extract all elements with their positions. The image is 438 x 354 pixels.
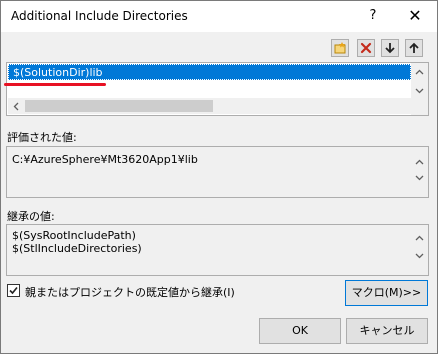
inherited-scrollbar[interactable]	[411, 225, 428, 275]
cancel-button[interactable]: キャンセル	[346, 318, 428, 344]
annotation-underline	[4, 83, 106, 86]
scroll-up-icon[interactable]	[411, 63, 428, 80]
move-up-button[interactable]	[405, 39, 423, 57]
evaluated-value-box: C:¥AzureSphere¥Mt3620App1¥lib	[6, 146, 429, 198]
inherited-value-box: $(SysRootIncludePath) $(StlIncludeDirect…	[6, 224, 429, 276]
scroll-down-icon[interactable]	[411, 82, 428, 99]
scroll-up-icon[interactable]	[411, 229, 428, 246]
scroll-down-icon[interactable]	[411, 247, 428, 264]
inherited-value-line: $(SysRootIncludePath)	[12, 229, 136, 242]
evaluated-value-text: C:¥AzureSphere¥Mt3620App1¥lib	[12, 153, 198, 166]
inherited-value-label: 継承の値:	[7, 210, 55, 223]
close-button[interactable]: ✕	[395, 3, 435, 29]
list-item-selected[interactable]: $(SolutionDir)lib	[8, 64, 411, 80]
inherit-checkbox-label[interactable]: 親またはプロジェクトの既定値から継承(I)	[25, 284, 235, 300]
delete-button[interactable]	[357, 39, 375, 57]
horizontal-scrollbar[interactable]	[8, 98, 412, 114]
macros-button[interactable]: マクロ(M)>>	[345, 280, 428, 306]
evaluated-scrollbar[interactable]	[411, 147, 428, 197]
vertical-scrollbar[interactable]	[411, 63, 428, 115]
inherited-value-line: $(StlIncludeDirectories)	[12, 242, 142, 255]
ok-button[interactable]: OK	[259, 318, 341, 344]
title-bar: Additional Include Directories ? ✕	[1, 1, 437, 32]
scroll-down-icon[interactable]	[411, 169, 428, 186]
checkmark-icon	[9, 286, 18, 295]
window-title: Additional Include Directories	[11, 9, 188, 23]
help-button[interactable]: ?	[353, 3, 393, 29]
new-line-icon	[334, 42, 346, 54]
inherit-checkbox[interactable]	[7, 284, 20, 297]
dialog-window: Additional Include Directories ? ✕ $(Sol…	[0, 0, 438, 354]
move-up-icon	[409, 42, 419, 53]
directories-list[interactable]: $(SolutionDir)lib	[6, 62, 429, 116]
new-line-button[interactable]	[331, 39, 349, 57]
horizontal-scroll-thumb[interactable]	[25, 100, 213, 112]
scroll-up-icon[interactable]	[411, 153, 428, 170]
evaluated-value-label: 評価された値:	[7, 131, 77, 144]
scroll-left-icon[interactable]	[8, 98, 24, 114]
move-down-button[interactable]	[381, 39, 399, 57]
delete-icon	[360, 42, 372, 54]
move-down-icon	[385, 43, 395, 54]
